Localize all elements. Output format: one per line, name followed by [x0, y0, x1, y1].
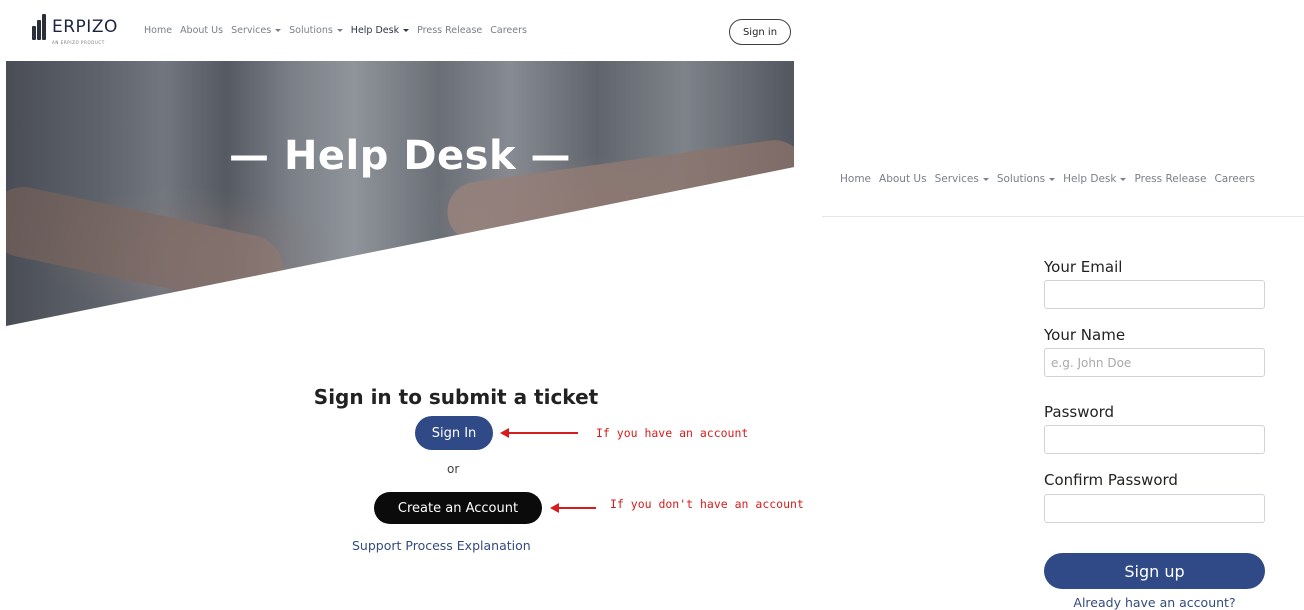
arrow-annotation: [550, 503, 596, 513]
hero-overlay: [6, 61, 794, 326]
chevron-down-icon: [1049, 177, 1056, 181]
password-field[interactable]: [1044, 425, 1265, 454]
name-label: Your Name: [1044, 326, 1126, 344]
password-label: Password: [1044, 403, 1115, 421]
nav-item-solutions[interactable]: Solutions: [289, 25, 343, 36]
email-field[interactable]: [1044, 280, 1265, 309]
chevron-down-icon: [1120, 177, 1127, 181]
arrow-annotation: [500, 428, 578, 438]
nav-item-solutions[interactable]: Solutions: [997, 173, 1056, 185]
brand-logo[interactable]: ERPIZO AN ERPIZO PRODUCT: [30, 14, 118, 45]
annotation-has-account: If you have an account: [596, 426, 749, 440]
main-nav: Home About Us Services Solutions Help De…: [144, 25, 535, 36]
secondary-nav: Home About Us Services Solutions Help De…: [840, 173, 1263, 185]
nav-item-careers[interactable]: Careers: [490, 25, 527, 36]
nav-item-home[interactable]: Home: [840, 173, 871, 185]
nav-item-press-release[interactable]: Press Release: [417, 25, 482, 36]
brand-tagline: AN ERPIZO PRODUCT: [52, 40, 105, 45]
nav-item-home[interactable]: Home: [144, 25, 172, 36]
support-process-link[interactable]: Support Process Explanation: [352, 538, 531, 553]
chevron-down-icon: [336, 29, 343, 32]
signup-page: Home About Us Services Solutions Help De…: [822, 0, 1304, 610]
or-separator: or: [447, 462, 460, 476]
hero-title: — Help Desk —: [229, 133, 571, 179]
logo-icon: [30, 14, 50, 40]
nav-item-help-desk[interactable]: Help Desk: [1063, 173, 1127, 185]
confirm-password-field[interactable]: [1044, 494, 1265, 523]
nav-item-help-desk[interactable]: Help Desk: [351, 25, 410, 36]
helpdesk-page: ERPIZO AN ERPIZO PRODUCT Home About Us S…: [0, 0, 804, 610]
top-navbar: ERPIZO AN ERPIZO PRODUCT Home About Us S…: [0, 0, 800, 62]
ticket-heading: Sign in to submit a ticket: [313, 385, 599, 409]
create-account-button[interactable]: Create an Account: [374, 492, 542, 524]
brand-name: ERPIZO: [52, 17, 118, 37]
nav-item-press-release[interactable]: Press Release: [1134, 173, 1206, 185]
email-label: Your Email: [1044, 258, 1123, 276]
divider: [822, 216, 1304, 217]
chevron-down-icon: [982, 177, 989, 181]
signin-button[interactable]: Sign In: [415, 416, 493, 450]
annotation-no-account: If you don't have an account: [610, 497, 804, 511]
login-link[interactable]: Already have an account?: [1044, 595, 1265, 610]
chevron-down-icon: [275, 29, 282, 32]
confirm-password-label: Confirm Password: [1044, 471, 1178, 489]
hero-banner: — Help Desk —: [6, 61, 794, 326]
nav-item-careers[interactable]: Careers: [1214, 173, 1255, 185]
name-field[interactable]: e.g. John Doe: [1044, 348, 1265, 377]
nav-item-services[interactable]: Services: [231, 25, 282, 36]
chevron-down-icon: [403, 29, 410, 32]
nav-item-services[interactable]: Services: [935, 173, 989, 185]
nav-item-about-us[interactable]: About Us: [879, 173, 927, 185]
signup-button[interactable]: Sign up: [1044, 553, 1265, 589]
nav-item-about-us[interactable]: About Us: [180, 25, 223, 36]
header-signin-button[interactable]: Sign in: [729, 19, 791, 45]
